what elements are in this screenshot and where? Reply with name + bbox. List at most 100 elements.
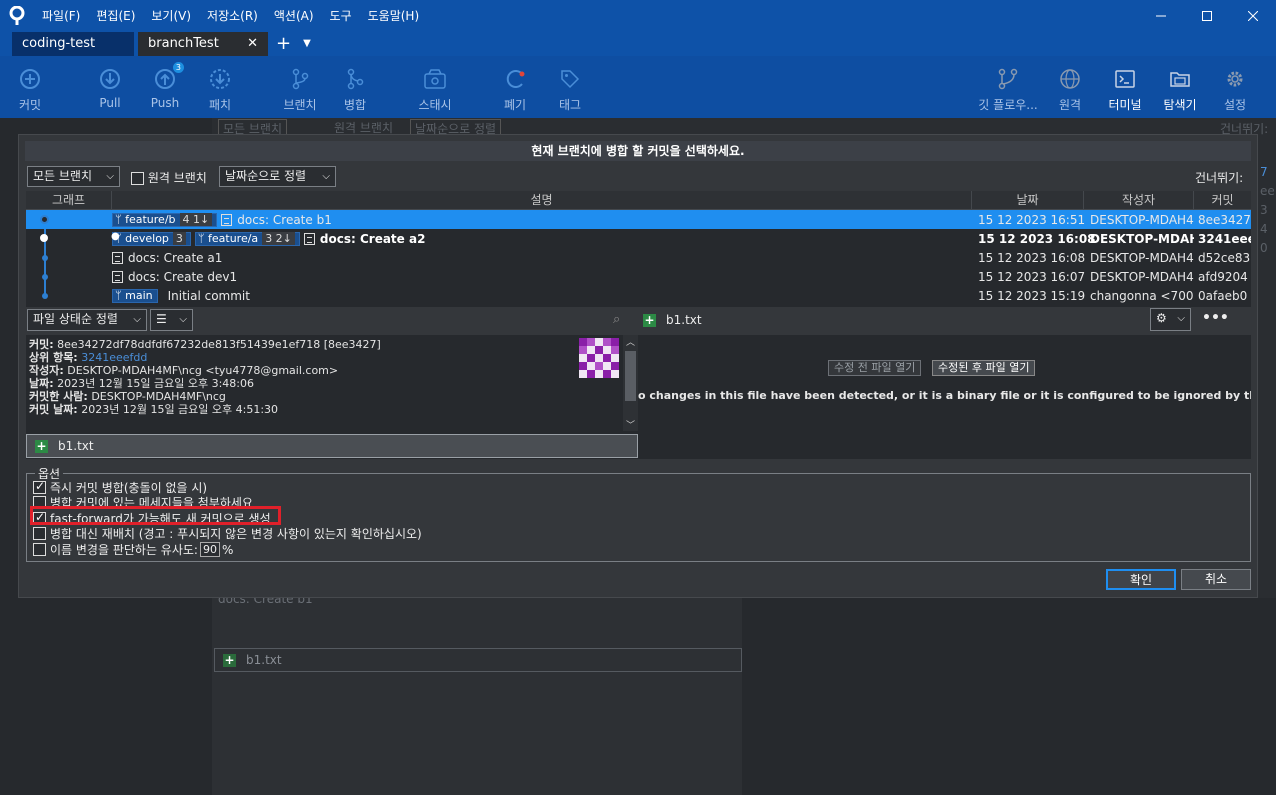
stash-label: 스태시 (418, 98, 452, 112)
menu-tools[interactable]: 도구 (322, 0, 360, 32)
commit-message: docs: Create a2 (319, 231, 426, 246)
commit-row[interactable]: ᛘ main Initial commit 15 12 2023 15:19 c… (26, 286, 1251, 305)
branch-button[interactable]: 브랜치 (272, 66, 328, 113)
menu-repository[interactable]: 저장소(R) (199, 0, 266, 32)
globe-icon (1059, 66, 1081, 92)
diff-options-button[interactable]: ⚙ ⌵ (1150, 308, 1191, 331)
pull-button[interactable]: Pull (82, 66, 138, 110)
similarity-input[interactable] (199, 542, 220, 557)
scroll-up-icon[interactable]: ︿ (623, 335, 638, 348)
tab-dropdown-chevron-icon[interactable]: ▼ (303, 32, 311, 56)
chevron-down-icon: ⌵ (106, 171, 114, 182)
option-rebase[interactable]: 병합 대신 재배치 (경고 : 푸시되지 않은 변경 사항이 있는지 확인하십시… (33, 525, 422, 542)
col-description[interactable]: 설명 (112, 191, 972, 209)
terminal-button[interactable]: 터미널 (1097, 66, 1153, 113)
commit-button[interactable]: 커밋 (2, 66, 58, 113)
more-options-icon[interactable]: ••• (1202, 310, 1229, 326)
scrollbar-thumb[interactable] (625, 351, 636, 401)
immediate-commit-checkbox[interactable] (33, 479, 46, 494)
scroll-down-icon[interactable]: ﹀ (623, 418, 638, 431)
file-list-item[interactable]: + b1.txt (26, 434, 638, 458)
parent-commit-link[interactable]: 3241eeefdd (81, 351, 147, 364)
branch-filter-value: 모든 브랜치 (33, 169, 93, 183)
commit-hash: afd9204 (1198, 269, 1248, 284)
git-flow-button[interactable]: 깃 플로우... (978, 66, 1038, 113)
menu-actions[interactable]: 액션(A) (266, 0, 322, 32)
rename-similarity-checkbox[interactable] (33, 543, 46, 556)
details-scrollbar[interactable]: ︿ ﹀ (623, 335, 638, 431)
remote-branch-toggle[interactable]: 원격 브랜치 (131, 169, 207, 186)
commit-row[interactable]: ᛘ feature/b 4 1↓ docs: Create b1 15 12 20… (26, 210, 1251, 229)
explorer-button[interactable]: 탐색기 (1152, 66, 1208, 113)
detail-key: 상위 항목: (29, 351, 78, 364)
option-rename-similarity[interactable]: 이름 변경을 판단하는 유사도:% (33, 541, 233, 558)
commit-row[interactable]: ● ᛘ develop 3 ᛘ feature/a 3 2↓ docs: Creat… (26, 229, 1251, 248)
cancel-button[interactable]: 취소 (1181, 569, 1251, 590)
menu-view[interactable]: 보기(V) (143, 0, 199, 32)
rebase-checkbox[interactable] (33, 527, 46, 540)
detail-key: 작성자: (29, 364, 64, 377)
tab-coding-test[interactable]: coding-test (12, 32, 134, 56)
remote-button[interactable]: 원격 (1042, 66, 1098, 113)
detail-key: 커밋: (29, 338, 54, 351)
open-after-button[interactable]: 수정된 후 파일 열기 (932, 360, 1036, 376)
push-count-badge: 3 (172, 62, 184, 73)
close-window-button[interactable] (1230, 0, 1276, 32)
commit-author: changonna <7005 (1090, 288, 1194, 303)
search-icon[interactable]: ⌕ (613, 312, 620, 327)
col-commit[interactable]: 커밋 (1194, 191, 1251, 209)
settings-button[interactable]: 설정 (1207, 66, 1263, 113)
new-tab-plus-icon[interactable]: + (276, 32, 291, 56)
commit-author: DESKTOP-MDAH4 (1090, 269, 1194, 284)
minimize-button[interactable] (1138, 0, 1184, 32)
view-mode-select[interactable]: ☰ ⌵ (150, 309, 193, 331)
col-author[interactable]: 작성자 (1084, 191, 1194, 209)
current-branch-dot-icon: ● (111, 231, 120, 242)
close-tab-icon[interactable]: ✕ (247, 32, 258, 56)
added-file-icon: + (35, 439, 48, 453)
option-label: 이름 변경을 판단하는 유사도: (50, 543, 198, 557)
fetch-label: 패치 (208, 98, 232, 112)
diff-file-name: b1.txt (666, 313, 702, 327)
discard-label: 폐기 (503, 98, 527, 112)
maximize-button[interactable] (1184, 0, 1230, 32)
commit-author: DESKTOP-MDAH4 (1090, 212, 1194, 227)
branch-tag-count: 4 1↓ (179, 213, 213, 226)
stash-button[interactable]: 스태시 (407, 66, 463, 113)
diff-file-header: + b1.txt (643, 313, 702, 327)
branch-filter-select[interactable]: 모든 브랜치 ⌵ (27, 166, 120, 187)
commit-doc-icon (303, 232, 315, 245)
branch-icon: ᛘ (115, 213, 126, 226)
commit-row[interactable]: docs: Create a1 15 12 2023 16:08 DESKTOP… (26, 248, 1251, 267)
menu-help[interactable]: 도움말(H) (360, 0, 428, 32)
branch-label: 브랜치 (283, 98, 317, 112)
bg-file-row[interactable]: + b1.txt (214, 648, 742, 672)
branch-tag: ᛘ feature/b 4 1↓ (112, 212, 218, 227)
merge-button[interactable]: 병합 (327, 66, 383, 113)
bg-file-name: b1.txt (246, 653, 282, 667)
commit-row[interactable]: docs: Create dev1 15 12 2023 16:07 DESKT… (26, 267, 1251, 286)
sort-value: 날짜순으로 정렬 (225, 169, 307, 183)
chevron-down-icon: ⌵ (322, 171, 330, 182)
col-date[interactable]: 날짜 (972, 191, 1084, 209)
commit-table-header: 그래프 설명 날짜 작성자 커밋 (26, 191, 1251, 210)
tab-branchtest[interactable]: branchTest ✕ (138, 32, 268, 56)
discard-icon (504, 66, 526, 92)
commit-message: docs: Create dev1 (128, 269, 238, 284)
fetch-button[interactable]: 패치 (192, 66, 248, 113)
open-before-button[interactable]: 수정 전 파일 열기 (828, 360, 922, 376)
remote-branch-checkbox[interactable] (131, 172, 144, 185)
sort-select[interactable]: 날짜순으로 정렬 ⌵ (219, 166, 336, 187)
col-graph[interactable]: 그래프 (26, 191, 112, 209)
added-file-icon: + (223, 653, 236, 667)
push-button[interactable]: 3 Push (137, 62, 193, 110)
menu-file[interactable]: 파일(F) (34, 0, 88, 32)
detail-key: 커밋 날짜: (29, 403, 78, 416)
menu-edit[interactable]: 편집(E) (88, 0, 143, 32)
discard-button[interactable]: 폐기 (487, 66, 543, 113)
merge-icon (344, 66, 366, 92)
ok-button[interactable]: 확인 (1106, 569, 1176, 590)
tag-button[interactable]: 태그 (542, 66, 598, 113)
chevron-down-icon: ⌵ (1177, 313, 1185, 324)
file-sort-select[interactable]: 파일 상태순 정렬 ⌵ (27, 309, 147, 331)
